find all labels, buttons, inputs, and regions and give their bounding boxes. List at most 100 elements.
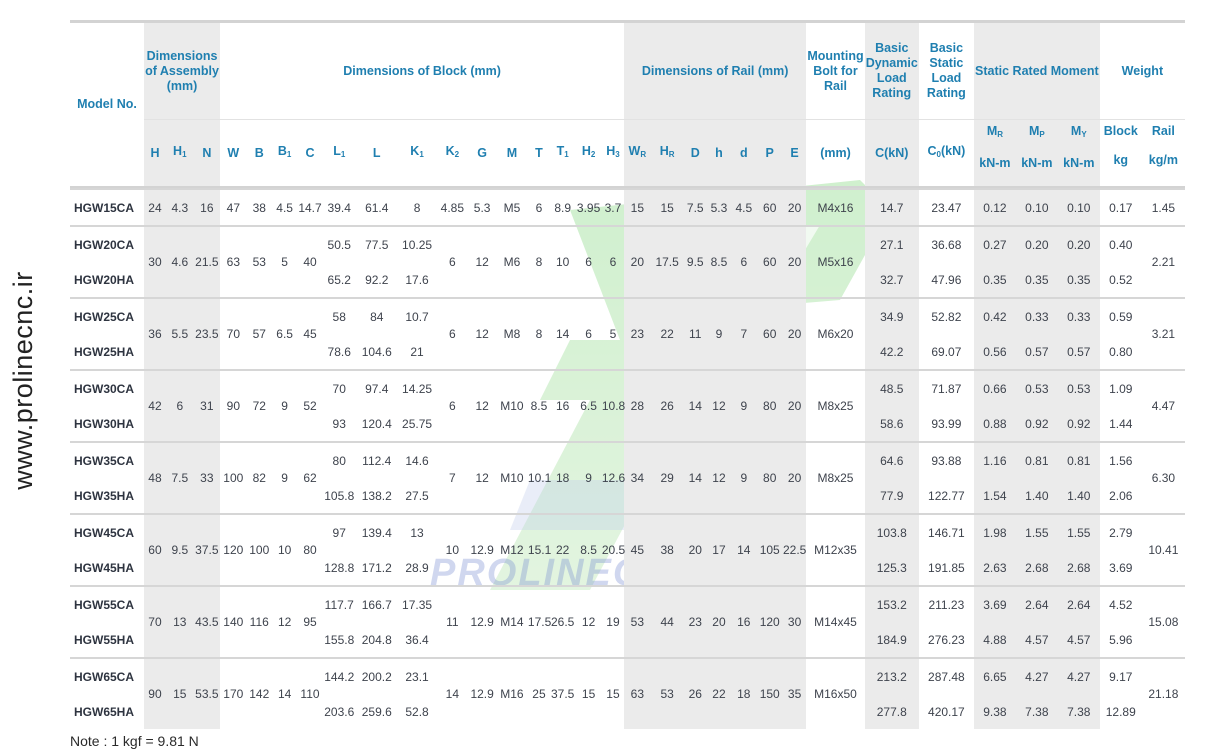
table-cell: 12.9 <box>468 513 496 585</box>
table-cell: 5.96 <box>1109 632 1133 647</box>
table-cell: 12.9 <box>468 585 496 657</box>
table-cell: M16x50 <box>806 657 865 729</box>
sub-d: d <box>731 120 757 188</box>
table-row: HGW15CA 24 4.3 16 47 38 4.5 14.7 39.4 61… <box>70 188 1185 225</box>
table-cell: 12 <box>468 225 496 297</box>
table-cell: 14 <box>549 297 576 369</box>
header-static: Basic Static Load Rating <box>918 20 974 120</box>
table-cell: 3.69 <box>1109 560 1133 575</box>
header-assembly: Dimensions of Assembly (mm) <box>143 20 221 120</box>
table-cell: 53 <box>246 225 272 297</box>
table-cell: 12.6 <box>601 441 625 513</box>
table-cell: 80 <box>297 513 323 585</box>
sub-T1: T1 <box>549 120 576 188</box>
table-cell: 64.6 <box>864 441 919 478</box>
table-cell: 10 <box>271 513 298 585</box>
table-cell: 1.56 <box>1099 441 1142 478</box>
table-cell: 52.82 <box>918 297 974 334</box>
table-cell: 29 <box>650 441 684 513</box>
table-cell: 48.5 <box>864 369 919 406</box>
sub-HR: HR <box>650 120 684 188</box>
table-cell: 155.8 <box>324 632 355 647</box>
table-cell: 6 <box>436 225 469 297</box>
table-row: HGW55CA 70 13 43.5 140 116 12 95 117.7 166.7 17.35… <box>70 585 1185 657</box>
table-cell: 6.30 <box>1141 441 1185 513</box>
table-cell: 120.4 <box>361 416 392 431</box>
table-cell: 90 <box>220 369 247 441</box>
sub-W: W <box>220 120 247 188</box>
table-cell: 9 <box>731 369 757 441</box>
table-cell: 150 <box>756 657 783 729</box>
table-row: HGW20CA 30 4.6 21.5 63 53 5 40 50.5 77.5 10.25 6 12 M… <box>70 225 1185 297</box>
table-cell: 23 <box>683 585 707 657</box>
table-cell: 28 <box>624 369 651 441</box>
table-cell: 44 <box>650 585 684 657</box>
table-cell: 184.9 <box>864 622 919 657</box>
table-cell: 9 <box>575 441 602 513</box>
header-dynamic: Basic Dynamic Load Rating <box>864 20 919 120</box>
table-cell: 26 <box>683 657 707 729</box>
table-cell: 3.69 <box>973 585 1016 622</box>
table-cell: 2.64 <box>1057 585 1100 622</box>
table-cell: 52.8 <box>405 704 429 719</box>
table-cell: 13 <box>166 585 194 657</box>
table-cell: 27.5 <box>405 488 429 503</box>
table-cell: M10 <box>495 369 528 441</box>
table-cell: 0.59 <box>1099 297 1142 334</box>
table-cell: 20.5 <box>601 513 625 585</box>
table-cell: HGW65HA <box>74 704 135 719</box>
table-cell: 17.35 <box>397 585 437 622</box>
table-cell: 1.54 <box>973 478 1016 513</box>
table-cell: 28.9 <box>405 560 429 575</box>
table-cell: 4.47 <box>1141 369 1185 441</box>
table-cell: 22.5 <box>782 513 806 585</box>
table-cell: 36 <box>143 297 166 369</box>
header-block: Dimensions of Block (mm) <box>220 20 625 120</box>
table-cell: 23.5 <box>193 297 221 369</box>
sub-h: h <box>706 120 732 188</box>
table-row: HGW65CA 90 15 53.5 170 142 14 110 144.2 200.2 23.1… <box>70 657 1185 729</box>
sub-P: P <box>756 120 783 188</box>
table-cell: 9 <box>271 369 298 441</box>
sub-C-unit: C(kN) <box>864 120 919 188</box>
table-cell: 211.23 <box>918 585 974 622</box>
table-cell: 1.55 <box>1057 513 1100 550</box>
table-cell: 0.57 <box>1015 334 1058 369</box>
table-cell: 34 <box>624 441 651 513</box>
table-cell: HGW55CA <box>70 585 144 622</box>
table-cell: 7.38 <box>1015 694 1058 729</box>
table-cell: 120 <box>220 513 247 585</box>
table-cell: 8.5 <box>527 369 550 441</box>
table-cell: 19 <box>601 585 625 657</box>
table-cell: 6 <box>575 297 602 369</box>
table-cell: 26.5 <box>549 585 576 657</box>
table-cell: M5x16 <box>806 225 865 297</box>
table-cell: 62 <box>297 441 323 513</box>
table-cell: 42 <box>143 369 166 441</box>
table-cell: 204.8 <box>361 632 392 647</box>
table-cell: 0.80 <box>1109 344 1133 359</box>
table-cell: 36.68 <box>918 225 974 262</box>
table-cell: 20 <box>782 297 807 369</box>
table-cell: 45 <box>624 513 651 585</box>
table-cell: 32.7 <box>864 262 919 297</box>
table-cell: 60 <box>756 297 783 369</box>
table-cell: 100 <box>246 513 272 585</box>
table-cell: 191.85 <box>928 560 965 575</box>
table-cell: 0.52 <box>1109 272 1133 287</box>
table-cell: 22 <box>706 657 732 729</box>
table-cell: 34.9 <box>864 297 919 334</box>
table-cell: 69.07 <box>931 344 962 359</box>
table-cell: 12 <box>468 441 496 513</box>
table-cell: 10 <box>549 225 576 297</box>
table-cell: 2.63 <box>973 550 1016 585</box>
table-cell: 53 <box>650 657 684 729</box>
table-cell: 2.68 <box>1057 550 1100 585</box>
table-cell: 63 <box>220 225 247 297</box>
table-cell: 4.57 <box>1057 622 1100 657</box>
table-cell: 153.2 <box>864 585 919 622</box>
table-cell: 93.99 <box>931 416 962 431</box>
table-cell: 53 <box>624 585 651 657</box>
sub-WR: WR <box>624 120 651 188</box>
table-cell: 12 <box>706 369 732 441</box>
